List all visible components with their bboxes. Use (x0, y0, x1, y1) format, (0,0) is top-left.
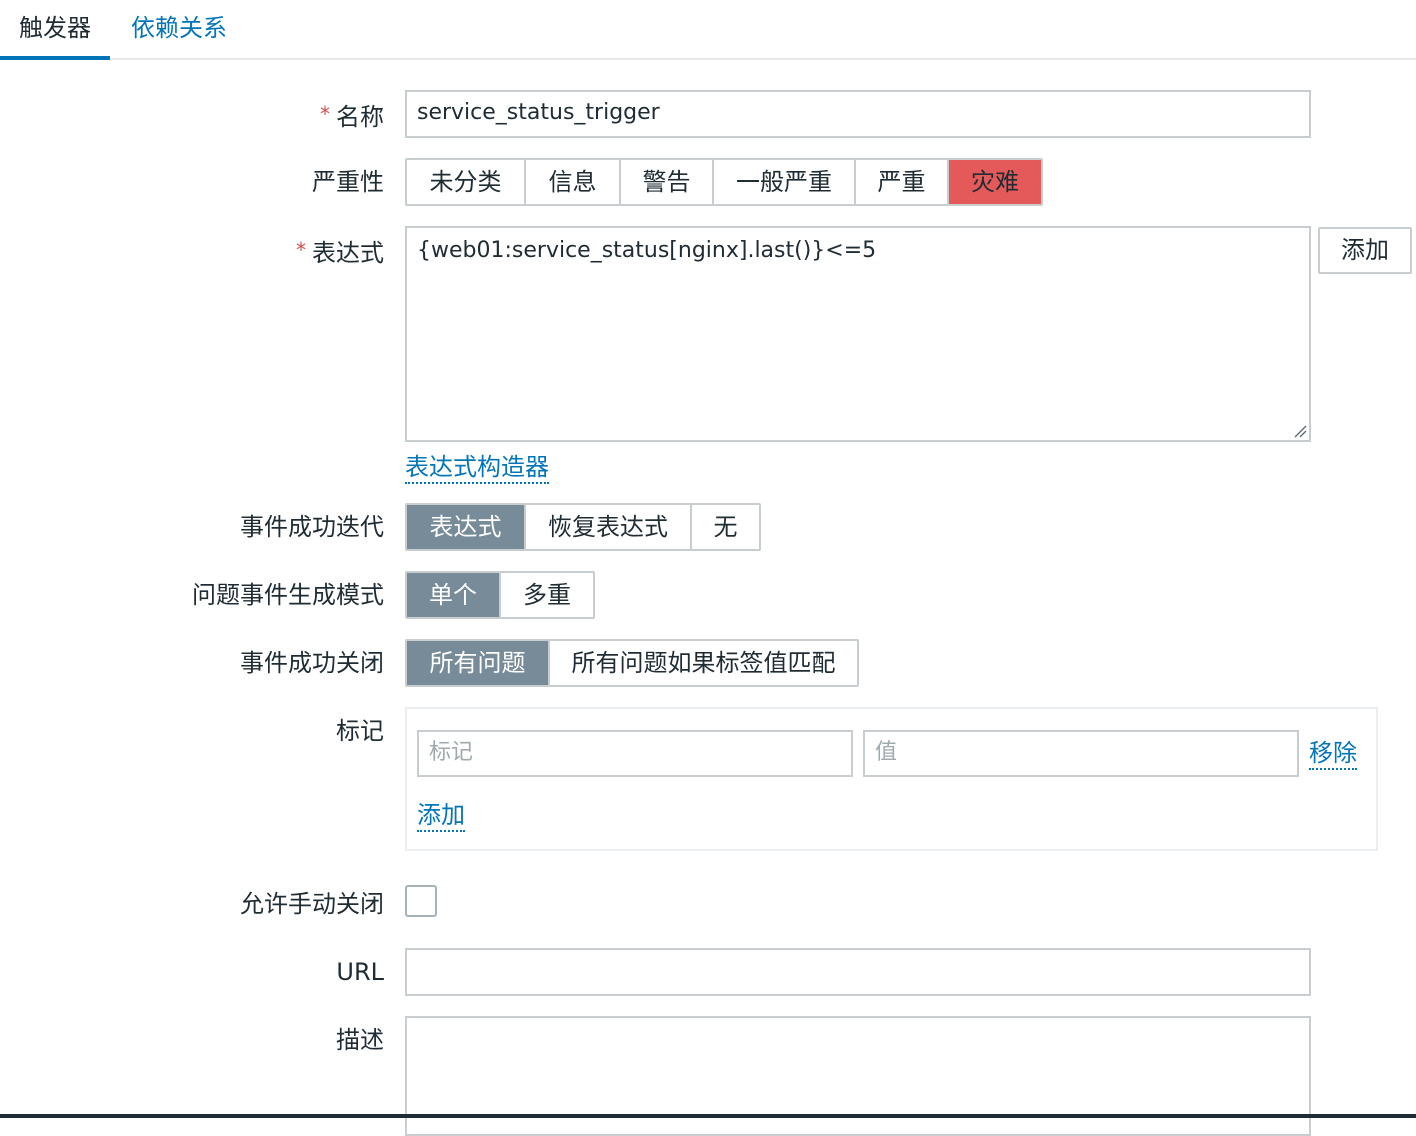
url-label: URL (336, 958, 384, 986)
problem-event-mode-label: 问题事件生成模式 (192, 581, 384, 609)
closes-all-problems-if-tag-match[interactable]: 所有问题如果标签值匹配 (550, 641, 857, 685)
manual-close-checkbox[interactable] (405, 885, 437, 917)
expression-constructor-link[interactable]: 表达式构造器 (405, 452, 549, 484)
name-label: * 名称 (0, 91, 384, 140)
required-marker: * (296, 238, 306, 262)
severity-average[interactable]: 一般严重 (714, 160, 856, 204)
ok-event-recovery-expression[interactable]: 恢复表达式 (526, 505, 692, 549)
ok-event-closes-label: 事件成功关闭 (240, 649, 384, 677)
tag-add-link[interactable]: 添加 (417, 800, 465, 832)
tags-container (405, 707, 1378, 851)
ok-event-closes-selector: 所有问题 所有问题如果标签值匹配 (405, 639, 859, 687)
severity-information[interactable]: 信息 (526, 160, 621, 204)
expression-label: * 表达式 (0, 227, 384, 276)
severity-not-classified[interactable]: 未分类 (407, 160, 526, 204)
severity-high[interactable]: 严重 (856, 160, 949, 204)
tag-value-input[interactable]: 值 (863, 730, 1299, 777)
closes-all-problems[interactable]: 所有问题 (407, 641, 550, 685)
manual-close-label: 允许手动关闭 (240, 890, 384, 918)
expression-label-text: 表达式 (312, 239, 384, 267)
resize-handle-icon[interactable] (1293, 424, 1307, 438)
expression-add-button[interactable]: 添加 (1318, 227, 1412, 274)
url-input[interactable] (405, 948, 1311, 996)
expression-textarea[interactable]: {web01:service_status[nginx].last()}<=5 (405, 226, 1311, 442)
ok-event-generation-label: 事件成功迭代 (240, 513, 384, 541)
tab-trigger[interactable]: 触发器 (0, 0, 110, 60)
severity-warning[interactable]: 警告 (621, 160, 714, 204)
name-input[interactable]: service_status_trigger (405, 90, 1311, 138)
name-label-text: 名称 (336, 103, 384, 131)
tab-dependencies[interactable]: 依赖关系 (131, 0, 227, 58)
tag-remove-link[interactable]: 移除 (1309, 738, 1357, 770)
ok-event-none[interactable]: 无 (692, 505, 759, 549)
tag-name-input[interactable]: 标记 (417, 730, 853, 777)
severity-disaster[interactable]: 灾难 (949, 160, 1041, 204)
required-marker: * (320, 102, 330, 126)
tab-bar: 触发器 依赖关系 (0, 0, 1416, 60)
description-label: 描述 (336, 1026, 384, 1054)
problem-event-mode-selector: 单个 多重 (405, 571, 595, 619)
severity-selector: 未分类 信息 警告 一般严重 严重 灾难 (405, 158, 1043, 206)
tags-label: 标记 (336, 717, 384, 745)
problem-mode-single[interactable]: 单个 (407, 573, 501, 617)
expression-text: {web01:service_status[nginx].last()}<=5 (417, 238, 877, 263)
ok-event-expression[interactable]: 表达式 (407, 505, 526, 549)
description-textarea[interactable] (405, 1016, 1311, 1136)
ok-event-generation-selector: 表达式 恢复表达式 无 (405, 503, 761, 551)
window-bottom-border (0, 1114, 1416, 1118)
problem-mode-multiple[interactable]: 多重 (501, 573, 593, 617)
severity-label: 严重性 (312, 168, 384, 196)
